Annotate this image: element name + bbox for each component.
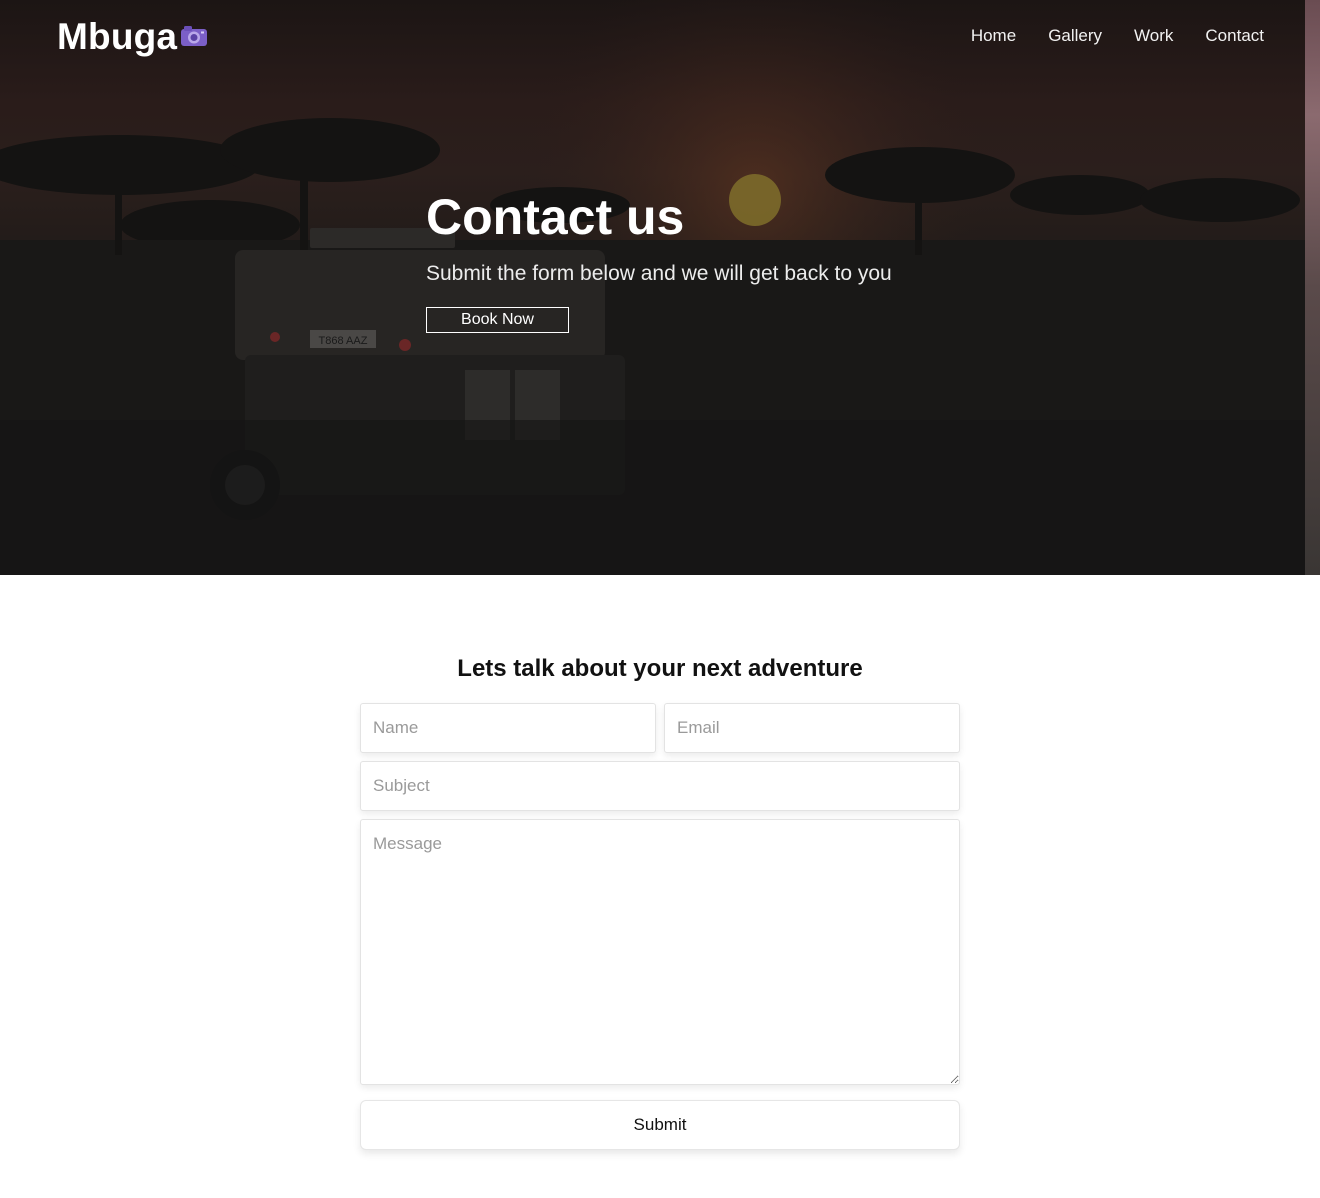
nav-gallery[interactable]: Gallery: [1048, 26, 1102, 46]
nav-links: Home Gallery Work Contact: [971, 26, 1264, 46]
brand-logo[interactable]: Mbuga: [57, 16, 208, 58]
brand-name: Mbuga: [57, 16, 178, 57]
form-heading: Lets talk about your next adventure: [457, 655, 863, 682]
top-nav: Mbuga Home Gallery Work Contact: [0, 0, 1305, 72]
contact-form-section: Lets talk about your next adventure Subm…: [0, 575, 1320, 1198]
hero-edge-strip: [1305, 0, 1320, 575]
hero-section: T868 AAZ Mbuga Home Gallery Work Contact…: [0, 0, 1305, 575]
nav-work[interactable]: Work: [1134, 26, 1173, 46]
message-field[interactable]: [360, 819, 960, 1085]
subject-field[interactable]: [360, 761, 960, 811]
vehicle-plate: T868 AAZ: [319, 335, 368, 347]
camera-icon: [180, 14, 208, 56]
hero-title: Contact us: [426, 189, 685, 245]
nav-contact[interactable]: Contact: [1205, 26, 1264, 46]
name-field[interactable]: [360, 703, 656, 753]
nav-home[interactable]: Home: [971, 26, 1016, 46]
hero-content: Contact us Submit the form below and we …: [426, 190, 892, 333]
hero-subtitle: Submit the form below and we will get ba…: [426, 262, 892, 285]
book-now-button[interactable]: Book Now: [426, 307, 569, 333]
email-field[interactable]: [664, 703, 960, 753]
submit-button[interactable]: Submit: [360, 1100, 960, 1150]
